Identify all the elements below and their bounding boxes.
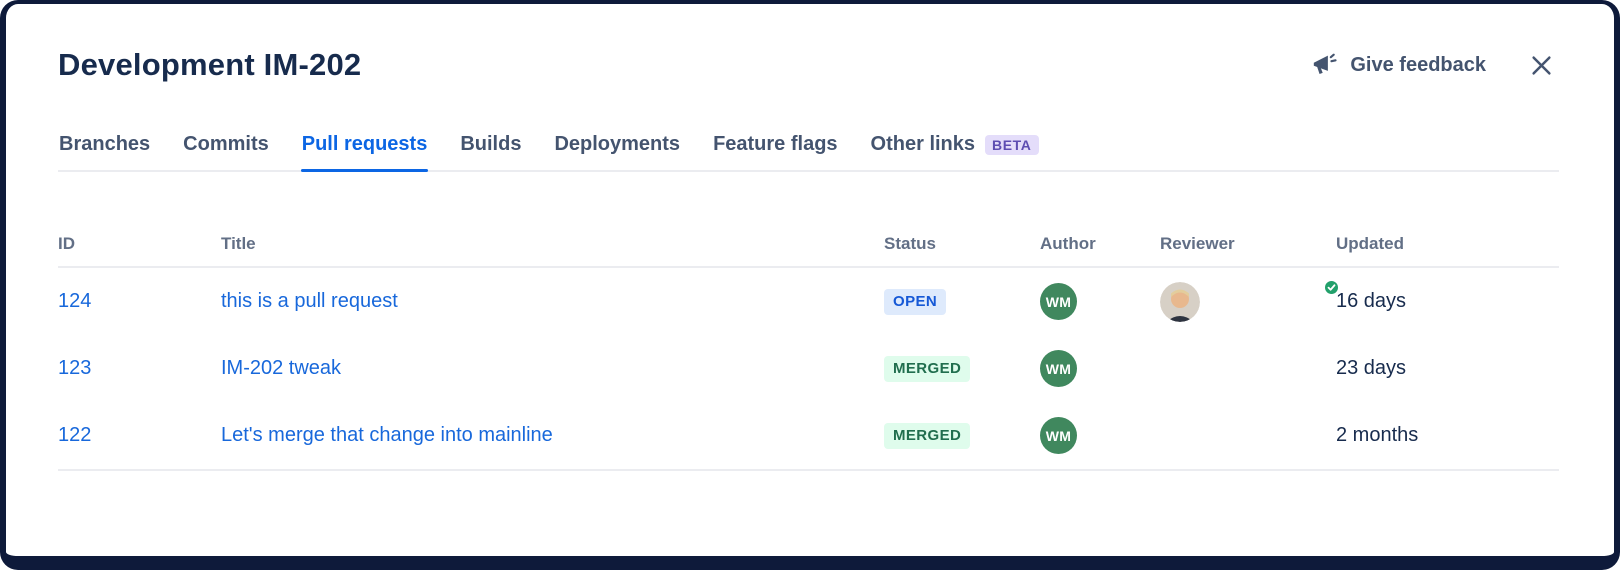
tab-builds[interactable]: Builds <box>459 133 522 170</box>
close-button[interactable] <box>1524 48 1559 83</box>
table-row: 123 IM-202 tweak MERGED WM 23 days <box>58 335 1559 402</box>
header-actions: Give feedback <box>1311 48 1559 83</box>
pr-id-link[interactable]: 124 <box>58 290 91 312</box>
tab-label: Other links <box>871 133 975 156</box>
tab-commits[interactable]: Commits <box>182 133 270 170</box>
tab-branches[interactable]: Branches <box>58 133 151 170</box>
pr-id-link[interactable]: 122 <box>58 424 91 446</box>
table-header-row: ID Title Status Author Reviewer Updated <box>58 222 1559 268</box>
tab-label: Builds <box>460 133 521 156</box>
column-header-id: ID <box>58 234 221 254</box>
column-header-status: Status <box>884 234 1040 254</box>
status-badge: MERGED <box>884 423 970 449</box>
author-avatar: WM <box>1040 350 1077 387</box>
updated-cell: 16 days <box>1336 290 1559 313</box>
dialog-header: Development IM-202 Give feedback <box>58 42 1559 88</box>
tab-label: Deployments <box>554 133 680 156</box>
updated-cell: 2 months <box>1336 424 1559 447</box>
tab-pull-requests[interactable]: Pull requests <box>301 133 429 170</box>
tab-feature-flags[interactable]: Feature flags <box>712 133 838 170</box>
pr-title-link[interactable]: Let's merge that change into mainline <box>221 424 553 446</box>
table-row: 124 this is a pull request OPEN WM <box>58 268 1559 335</box>
updated-cell: 23 days <box>1336 357 1559 380</box>
pr-title-link[interactable]: this is a pull request <box>221 290 398 312</box>
tab-label: Commits <box>183 133 269 156</box>
author-avatar: WM <box>1040 417 1077 454</box>
tab-other-links[interactable]: Other links BETA <box>870 133 1040 170</box>
column-header-author: Author <box>1040 234 1160 254</box>
column-header-title: Title <box>221 234 884 254</box>
pr-title-link[interactable]: IM-202 tweak <box>221 357 341 379</box>
pr-id-link[interactable]: 123 <box>58 357 91 379</box>
tab-label: Pull requests <box>302 133 428 156</box>
close-icon <box>1528 52 1555 79</box>
reviewer-avatar <box>1160 282 1336 322</box>
development-dialog: Development IM-202 Give feedback <box>0 0 1620 570</box>
tabs: Branches Commits Pull requests Builds De… <box>58 133 1559 172</box>
megaphone-icon <box>1311 52 1338 79</box>
author-avatar: WM <box>1040 283 1077 320</box>
tab-label: Feature flags <box>713 133 837 156</box>
tab-deployments[interactable]: Deployments <box>553 133 681 170</box>
tab-label: Branches <box>59 133 150 156</box>
beta-badge: BETA <box>985 135 1038 155</box>
table-row: 122 Let's merge that change into mainlin… <box>58 402 1559 469</box>
pull-requests-table: ID Title Status Author Reviewer Updated … <box>58 222 1559 471</box>
status-badge: MERGED <box>884 356 970 382</box>
check-icon <box>1323 279 1340 296</box>
table-body: 124 this is a pull request OPEN WM <box>58 268 1559 471</box>
give-feedback-label: Give feedback <box>1350 54 1486 77</box>
column-header-updated: Updated <box>1336 234 1559 254</box>
column-header-reviewer: Reviewer <box>1160 234 1336 254</box>
page-title: Development IM-202 <box>58 47 361 83</box>
status-badge: OPEN <box>884 289 946 315</box>
give-feedback-button[interactable]: Give feedback <box>1311 52 1486 79</box>
